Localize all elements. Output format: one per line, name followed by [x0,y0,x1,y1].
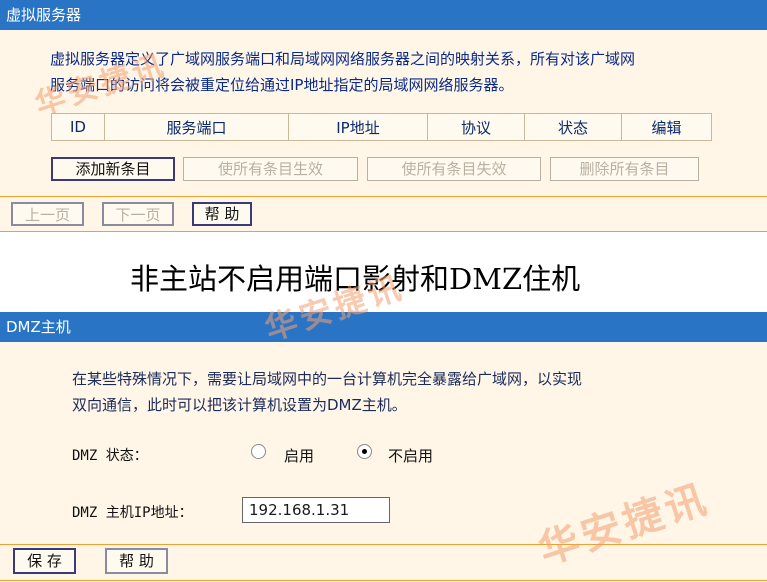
virtual-server-table: ID 服务端口 IP地址 协议 状态 编辑 [51,113,712,141]
column-id: ID [51,113,105,141]
dmz-disable-label: 不启用 [388,447,434,465]
prev-page-button[interactable]: 上一页 [11,202,84,226]
dmz-title: DMZ主机 [6,318,71,336]
dmz-description: 在某些特殊情况下，需要让局域网中的一台计算机完全暴露给广域网，以实现 双向通信，… [72,370,583,414]
virtual-server-title: 虚拟服务器 [6,6,82,24]
dmz-title-bar: DMZ主机 [0,312,767,342]
dmz-enable-radio[interactable] [251,444,266,459]
column-edit: 编辑 [621,113,712,141]
dmz-disable-radio[interactable] [357,444,372,459]
dmz-ip-input[interactable]: 192.168.1.31 [242,497,390,523]
dmz-help-button[interactable]: 帮 助 [105,548,168,574]
enable-all-button[interactable]: 使所有条目生效 [183,157,358,181]
virtual-server-description: 虚拟服务器定义了广域网服务端口和局域网网络服务器之间的映射关系，所有对该广域网 … [50,50,636,94]
delete-all-button[interactable]: 删除所有条目 [550,157,699,181]
add-entry-button[interactable]: 添加新条目 [51,157,175,181]
dmz-ip-label: DMZ 主机IP地址： [72,505,193,521]
column-protocol: 协议 [427,113,525,141]
save-button[interactable]: 保 存 [13,548,76,574]
next-page-button[interactable]: 下一页 [102,202,174,226]
separator [0,231,767,232]
disable-all-button[interactable]: 使所有条目失效 [367,157,541,181]
page-heading: 非主站不启用端口影射和DMZ住机 [130,262,581,296]
table-header-row: ID 服务端口 IP地址 协议 状态 编辑 [51,113,712,141]
help-button[interactable]: 帮 助 [192,202,252,226]
dmz-enable-label: 启用 [284,447,315,465]
separator [0,580,767,581]
column-service-port: 服务端口 [104,113,289,141]
virtual-server-title-bar: 虚拟服务器 [0,0,767,30]
column-status: 状态 [524,113,622,141]
column-ip-address: IP地址 [288,113,428,141]
dmz-status-label: DMZ 状态： [72,448,148,464]
